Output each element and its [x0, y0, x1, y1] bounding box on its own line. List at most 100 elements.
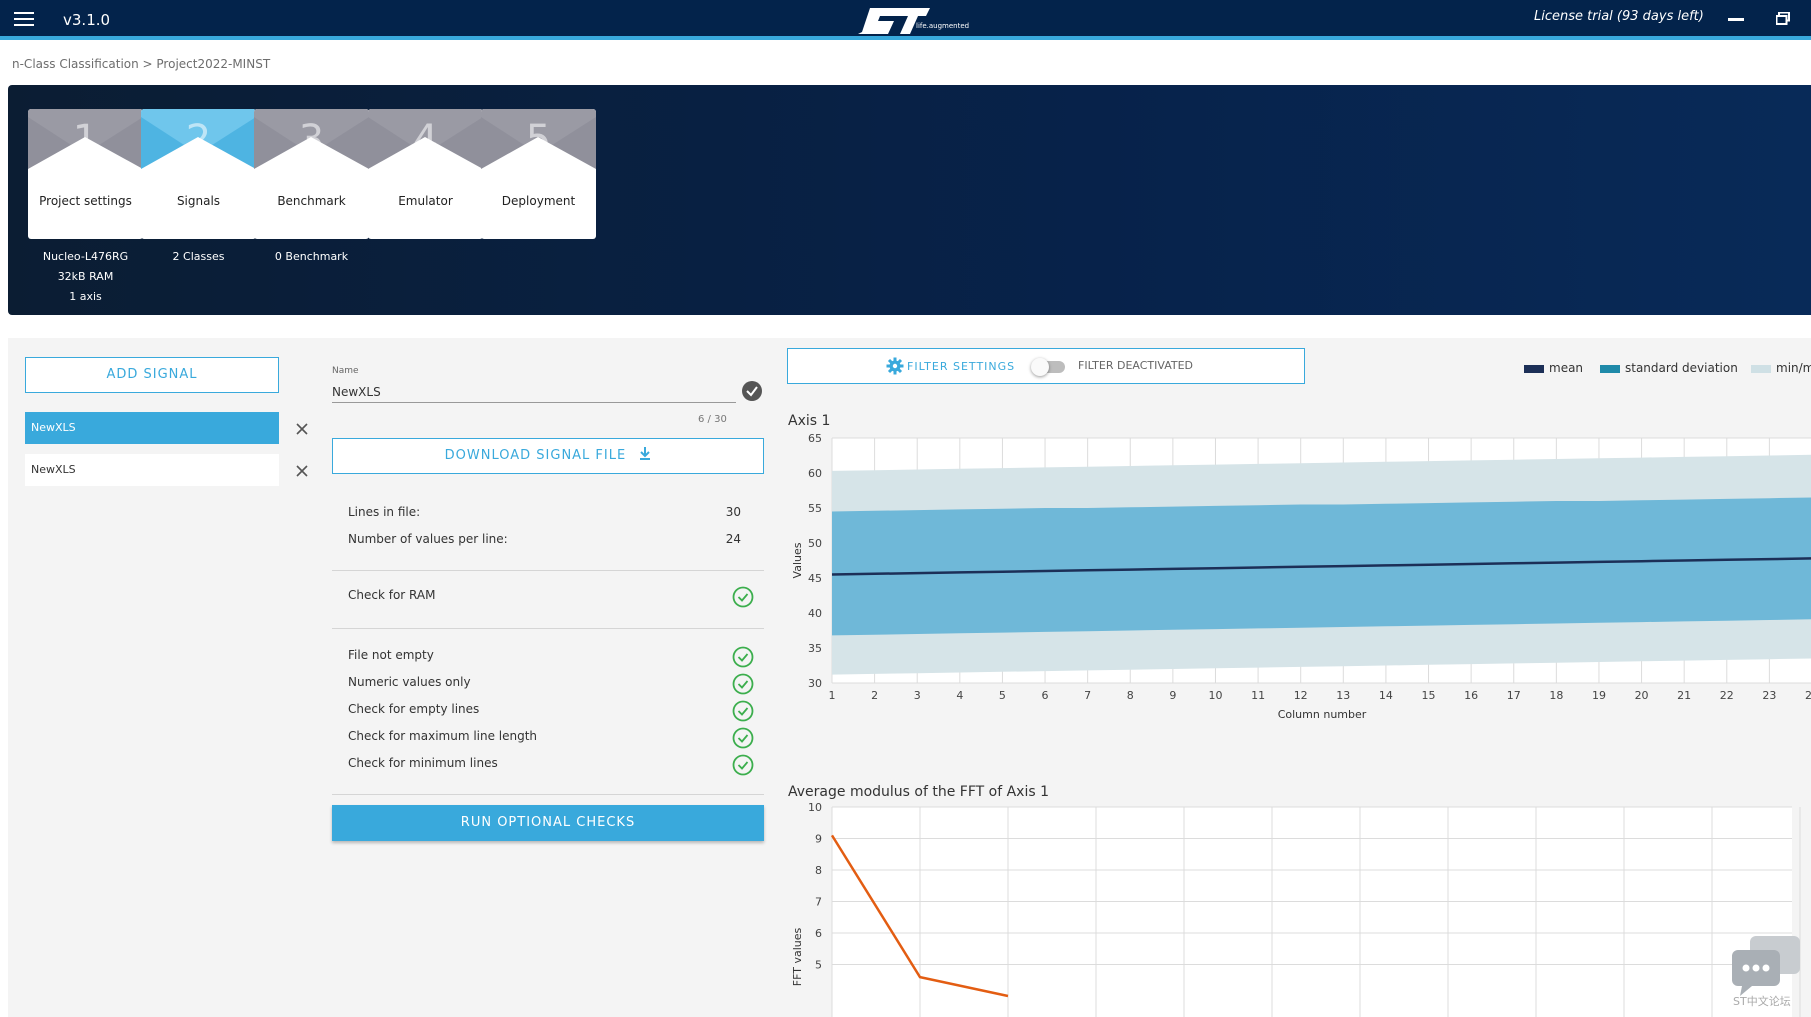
x-tick-label: 2	[871, 689, 878, 702]
chat-label: ST中文论坛	[1733, 995, 1791, 1008]
download-label: DOWNLOAD SIGNAL FILE	[444, 448, 627, 463]
check-circle-icon	[732, 646, 754, 668]
signal-item[interactable]: NewXLS	[25, 412, 279, 444]
step-info: 1 axis	[69, 290, 102, 303]
x-tick-label: 6	[1042, 689, 1049, 702]
x-tick-label: 20	[1635, 689, 1649, 702]
divider	[332, 570, 764, 571]
axis1-chart: 30354045505560651 2 3 4 5 6 7 8 9 10 11 12 13 14 15 16 1…	[791, 432, 1811, 721]
minimize-icon[interactable]	[1728, 18, 1744, 21]
x-tick-label: 10	[1208, 689, 1222, 702]
filter-settings-button[interactable]: FILTER SETTINGS	[907, 360, 1015, 373]
step-info: 32kB RAM	[57, 270, 114, 283]
name-char-count: 6 / 30	[698, 414, 727, 425]
workflow-steps: 1 Project settings Nucleo-L476RG 32kB RAM 1 …	[8, 85, 1811, 315]
x-tick-label: 8	[1127, 689, 1134, 702]
fft-chart: 5 6 7 8 9 10 FFT values	[791, 801, 1801, 1017]
step-label: Emulator	[398, 194, 453, 208]
x-tick-label: 19	[1592, 689, 1606, 702]
chart-title-axis1: Axis 1	[788, 413, 831, 429]
x-tick-label: 14	[1379, 689, 1393, 702]
step-number: 3	[298, 117, 325, 163]
legend-swatch-std	[1600, 365, 1620, 373]
step-info: 0 Benchmark	[274, 250, 349, 263]
legend-minmax: min/max	[1776, 361, 1811, 375]
step-4[interactable]: 4 Emulator	[368, 109, 483, 239]
step-number: 4	[412, 117, 439, 163]
top-bar: v3.1.0 life.augmented License trial (93 …	[0, 0, 1811, 40]
chart-title-fft: Average modulus of the FFT of Axis 1	[788, 784, 1049, 800]
step-1[interactable]: 1 Project settings	[28, 109, 143, 239]
step-number: 2	[185, 117, 212, 163]
run-optional-checks-button[interactable]: RUN OPTIONAL CHECKS	[332, 805, 764, 841]
signal-name-input[interactable]	[332, 381, 736, 403]
x-tick-label: 16	[1464, 689, 1478, 702]
logo-tagline: life.augmented	[916, 22, 970, 30]
check-circle-icon	[732, 673, 754, 695]
breadcrumb: n-Class Classification > Project2022-MIN…	[12, 57, 271, 71]
step-info: Nucleo-L476RG	[42, 250, 129, 263]
y-tick-label: 9	[815, 833, 822, 846]
step-number: 1	[72, 117, 99, 163]
step-label: Deployment	[501, 194, 576, 208]
check-circle-icon	[732, 586, 754, 608]
filter-state-label: FILTER DEACTIVATED	[1078, 359, 1194, 372]
ram-check-label: Check for RAM	[348, 588, 436, 602]
signal-item[interactable]: NewXLS	[25, 454, 279, 486]
y-tick-label: 10	[808, 801, 822, 814]
restore-icon[interactable]	[1776, 12, 1790, 25]
step-label: Benchmark	[277, 194, 346, 208]
close-icon[interactable]	[295, 422, 309, 436]
x-tick-label: 11	[1251, 689, 1265, 702]
gear-icon[interactable]	[886, 357, 904, 375]
x-tick-label: 22	[1720, 689, 1734, 702]
divider	[332, 794, 764, 795]
x-tick-label: 13	[1336, 689, 1350, 702]
y-tick-label: 35	[808, 642, 822, 655]
y-tick-label: 8	[815, 864, 822, 877]
step-2[interactable]: 2 Signals	[141, 109, 256, 239]
x-tick-label: 23	[1762, 689, 1776, 702]
legend-swatch-mean	[1524, 365, 1544, 373]
y-tick-label: 40	[808, 607, 822, 620]
y-tick-label: 55	[808, 502, 822, 515]
add-signal-button[interactable]: ADD SIGNAL	[25, 357, 279, 393]
download-signal-button[interactable]: DOWNLOAD SIGNAL FILE	[332, 438, 764, 474]
y-tick-label: 5	[815, 959, 822, 972]
name-field-label: Name	[332, 366, 359, 376]
check-label: Check for minimum lines	[348, 756, 498, 770]
step-label: Project settings	[39, 194, 132, 208]
menu-icon[interactable]	[14, 12, 34, 28]
legend-mean: mean	[1549, 361, 1584, 375]
lines-value: 30	[725, 505, 741, 519]
y-tick-label: 6	[815, 927, 822, 940]
filter-toggle[interactable]	[1031, 358, 1067, 376]
check-circle-icon	[732, 700, 754, 722]
x-tick-label: 24	[1805, 689, 1811, 702]
x-axis-label: Column number	[1278, 708, 1367, 721]
y-tick-label: 30	[808, 677, 822, 690]
step-5[interactable]: 5 Deployment	[481, 109, 596, 239]
x-tick-label: 21	[1677, 689, 1691, 702]
x-tick-label: 9	[1169, 689, 1176, 702]
x-tick-label: 4	[956, 689, 963, 702]
legend-swatch-minmax	[1751, 365, 1771, 373]
x-tick-label: 18	[1549, 689, 1563, 702]
x-tick-label: 5	[999, 689, 1006, 702]
close-icon[interactable]	[295, 464, 309, 478]
values-value: 24	[725, 532, 741, 546]
x-tick-label: 12	[1294, 689, 1308, 702]
filter-bar: FILTER SETTINGS FILTER DEACTIVATED	[787, 348, 1305, 384]
st-logo	[858, 8, 930, 34]
y-tick-label: 65	[808, 432, 822, 445]
y-axis-label: FFT values	[791, 928, 804, 987]
x-tick-label: 1	[829, 689, 836, 702]
license-status: License trial (93 days left)	[1534, 9, 1704, 24]
x-tick-label: 15	[1422, 689, 1436, 702]
x-tick-label: 3	[914, 689, 921, 702]
check-label: Check for maximum line length	[348, 729, 538, 743]
x-tick-label: 7	[1084, 689, 1091, 702]
legend-std: standard deviation	[1625, 361, 1738, 375]
check-label: Numeric values only	[348, 675, 471, 689]
step-3[interactable]: 3 Benchmark	[254, 109, 369, 239]
